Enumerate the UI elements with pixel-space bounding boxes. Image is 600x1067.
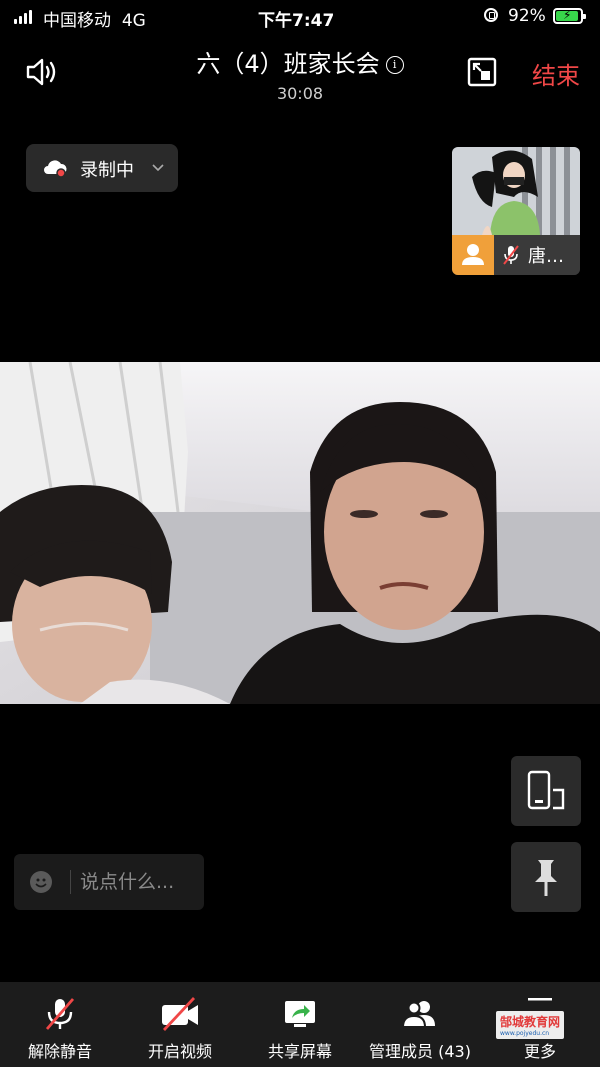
- carrier-name: 中国移动 4G: [43, 11, 146, 31]
- speaker-icon[interactable]: [24, 54, 60, 90]
- meeting-title[interactable]: 六（4）班家长会 i: [150, 44, 450, 79]
- chevron-down-icon: [152, 164, 164, 172]
- meeting-timer: 30:08: [276, 84, 324, 103]
- rotation-lock-icon: [484, 8, 498, 22]
- mic-muted-icon: [503, 245, 519, 265]
- members-icon: [401, 1001, 435, 1028]
- unmute-button[interactable]: 解除静音: [14, 982, 106, 1067]
- info-icon[interactable]: i: [385, 56, 404, 74]
- cloud-record-icon: [44, 160, 67, 178]
- status-time: 下午7:47: [258, 11, 335, 31]
- recording-indicator[interactable]: 录制中: [26, 144, 178, 192]
- charging-icon: ⚡: [563, 8, 572, 22]
- person-icon: [462, 244, 484, 265]
- share-screen-label: 共享屏幕: [267, 1042, 332, 1061]
- start-video-button[interactable]: 开启视频: [134, 982, 226, 1067]
- battery-icon: ⚡: [553, 8, 586, 24]
- signal-icon: [14, 9, 32, 24]
- minimize-window-icon[interactable]: [466, 56, 498, 88]
- participant-name: 唐…: [528, 246, 564, 267]
- participant-thumbnail[interactable]: 唐…: [452, 147, 580, 275]
- camera-off-icon: [162, 997, 198, 1031]
- share-screen-icon: [285, 1001, 315, 1027]
- recording-label: 录制中: [80, 160, 134, 181]
- rotate-screen-button[interactable]: [511, 756, 581, 826]
- network-type: 4G: [121, 11, 146, 31]
- mic-muted-icon: [45, 998, 75, 1030]
- unmute-label: 解除静音: [27, 1042, 92, 1061]
- participant-avatar-image: [452, 147, 580, 235]
- emoji-icon[interactable]: [30, 871, 52, 893]
- host-badge: [452, 235, 494, 275]
- pin-icon: [535, 860, 557, 896]
- participant-video-feed[interactable]: [0, 362, 600, 704]
- more-label: 更多: [523, 1042, 556, 1061]
- end-meeting-button[interactable]: 结束: [532, 56, 580, 91]
- rotate-screen-icon: [527, 770, 565, 810]
- status-bar: 中国移动 4G 下午7:47 92% ⚡: [0, 0, 600, 34]
- start-video-label: 开启视频: [147, 1042, 212, 1061]
- manage-members-label: 管理成员 (43): [369, 1042, 471, 1061]
- watermark-logo: 郜城教育网 www.pojyedu.cn: [496, 1011, 565, 1039]
- manage-members-button[interactable]: 管理成员 (43): [362, 982, 478, 1067]
- battery-percent: 92%: [508, 6, 546, 26]
- pin-button[interactable]: [511, 842, 581, 912]
- share-screen-button[interactable]: 共享屏幕: [254, 982, 346, 1067]
- chat-box[interactable]: [14, 854, 204, 910]
- chat-input[interactable]: [80, 866, 200, 898]
